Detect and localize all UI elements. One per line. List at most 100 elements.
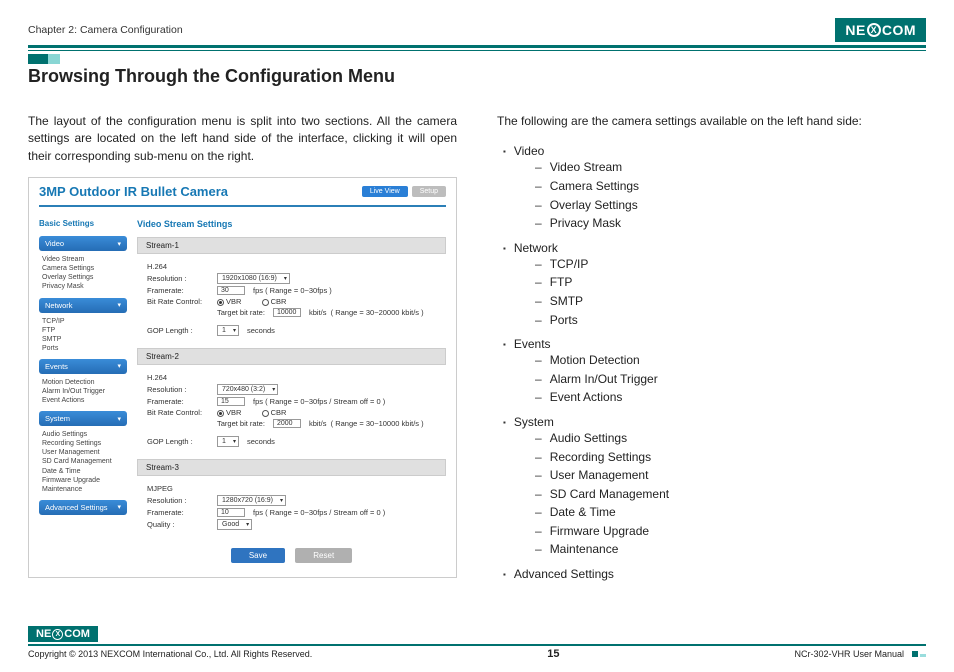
gop-select[interactable]: 1 — [217, 325, 239, 336]
list-item: SMTP — [535, 292, 926, 311]
resolution-label: Resolution : — [147, 385, 209, 394]
codec-label: H.264 — [147, 262, 167, 271]
sidebar-item[interactable]: Date & Time — [42, 467, 127, 476]
sidebar-item[interactable]: Alarm In/Out Trigger — [42, 387, 127, 396]
live-view-button[interactable]: Live View — [362, 186, 408, 197]
list-item: User Management — [535, 466, 926, 485]
resolution-select[interactable]: 1280x720 (16:9) — [217, 495, 286, 506]
gop-label: GOP Length : — [147, 326, 209, 335]
sidebar-section[interactable]: Advanced Settings — [39, 500, 127, 515]
bitrate-control-label: Bit Rate Control: — [147, 297, 209, 306]
codec-label: H.264 — [147, 373, 167, 382]
sidebar-title: Basic Settings — [39, 215, 127, 232]
resolution-label: Resolution : — [147, 496, 209, 505]
target-bitrate-input[interactable]: 10000 — [273, 308, 301, 317]
sidebar-item[interactable]: Privacy Mask — [42, 282, 127, 291]
vbr-radio[interactable] — [217, 299, 224, 306]
sidebar-section[interactable]: Events — [39, 359, 127, 374]
list-item: Alarm In/Out Trigger — [535, 370, 926, 389]
sidebar-item[interactable]: SD Card Management — [42, 457, 127, 466]
intro-text-right: The following are the camera settings av… — [497, 113, 926, 130]
setup-button[interactable]: Setup — [412, 186, 446, 197]
stream-header: Stream-1 — [137, 237, 446, 254]
intro-text-left: The layout of the configuration menu is … — [28, 113, 457, 165]
vbr-radio[interactable] — [217, 410, 224, 417]
panel-title: Video Stream Settings — [137, 215, 446, 233]
list-item: Maintenance — [535, 540, 926, 559]
sidebar-item[interactable]: Overlay Settings — [42, 273, 127, 282]
sidebar-section[interactable]: Network — [39, 298, 127, 313]
sidebar-item[interactable]: Audio Settings — [42, 430, 127, 439]
footer-logo: NEXCOM — [28, 626, 98, 642]
gop-label: GOP Length : — [147, 437, 209, 446]
save-button[interactable]: Save — [231, 548, 285, 563]
bitrate-control-label: Bit Rate Control: — [147, 408, 209, 417]
sidebar-item[interactable]: Video Stream — [42, 255, 127, 264]
list-item: Overlay Settings — [535, 196, 926, 215]
list-category: Network — [503, 241, 926, 255]
sidebar-item[interactable]: Maintenance — [42, 485, 127, 494]
list-item: Firmware Upgrade — [535, 522, 926, 541]
framerate-input[interactable]: 10 — [217, 508, 245, 517]
page-title: Browsing Through the Configuration Menu — [28, 66, 926, 87]
camera-title: 3MP Outdoor IR Bullet Camera — [39, 184, 228, 199]
copyright-text: Copyright © 2013 NEXCOM International Co… — [28, 649, 312, 659]
sidebar-item[interactable]: Event Actions — [42, 396, 127, 405]
sidebar-item[interactable]: FTP — [42, 326, 127, 335]
sidebar-section[interactable]: System — [39, 411, 127, 426]
resolution-select[interactable]: 720x480 (3:2) — [217, 384, 278, 395]
manual-name: NCr-302-VHR User Manual — [794, 649, 904, 659]
framerate-input[interactable]: 30 — [217, 286, 245, 295]
list-item: SD Card Management — [535, 485, 926, 504]
logo-x-icon: X — [867, 23, 881, 37]
framerate-label: Framerate: — [147, 286, 209, 295]
config-screenshot: 3MP Outdoor IR Bullet Camera Live View S… — [28, 177, 457, 578]
list-item: Camera Settings — [535, 177, 926, 196]
list-item: Recording Settings — [535, 448, 926, 467]
list-item: Event Actions — [535, 388, 926, 407]
page-tab-decoration — [28, 54, 62, 66]
framerate-label: Framerate: — [147, 397, 209, 406]
list-category: Video — [503, 144, 926, 158]
list-category: Advanced Settings — [503, 567, 926, 581]
sidebar-item[interactable]: TCP/IP — [42, 317, 127, 326]
settings-list: VideoVideo StreamCamera SettingsOverlay … — [503, 144, 926, 581]
codec-label: MJPEG — [147, 484, 173, 493]
resolution-select[interactable]: 1920x1080 (16:9) — [217, 273, 290, 284]
gop-select[interactable]: 1 — [217, 436, 239, 447]
logo-x-icon: X — [52, 629, 63, 640]
page-number: 15 — [312, 648, 794, 660]
list-item: Motion Detection — [535, 351, 926, 370]
list-item: FTP — [535, 273, 926, 292]
sidebar-item[interactable]: Recording Settings — [42, 439, 127, 448]
sidebar-item[interactable]: Firmware Upgrade — [42, 476, 127, 485]
list-item: Video Stream — [535, 158, 926, 177]
chapter-label: Chapter 2: Camera Configuration — [28, 24, 183, 36]
stream-header: Stream-2 — [137, 348, 446, 365]
reset-button[interactable]: Reset — [295, 548, 352, 563]
sidebar-item[interactable]: Camera Settings — [42, 264, 127, 273]
sidebar-item[interactable]: User Management — [42, 448, 127, 457]
resolution-label: Resolution : — [147, 274, 209, 283]
list-item: Audio Settings — [535, 429, 926, 448]
list-category: Events — [503, 337, 926, 351]
list-item: TCP/IP — [535, 255, 926, 274]
list-category: System — [503, 415, 926, 429]
sidebar-item[interactable]: Ports — [42, 344, 127, 353]
framerate-input[interactable]: 15 — [217, 397, 245, 406]
cbr-radio[interactable] — [262, 410, 269, 417]
sidebar-item[interactable]: Motion Detection — [42, 378, 127, 387]
quality-label: Quality : — [147, 520, 209, 529]
list-item: Ports — [535, 311, 926, 330]
brand-logo: NEXCOM — [835, 18, 926, 42]
cbr-radio[interactable] — [262, 299, 269, 306]
framerate-label: Framerate: — [147, 508, 209, 517]
quality-select[interactable]: Good — [217, 519, 252, 530]
footer-decoration — [912, 651, 926, 657]
list-item: Privacy Mask — [535, 214, 926, 233]
settings-sidebar: Basic Settings Video Video StreamCamera S… — [39, 215, 127, 567]
sidebar-item[interactable]: SMTP — [42, 335, 127, 344]
sidebar-section[interactable]: Video — [39, 236, 127, 251]
target-bitrate-input[interactable]: 2000 — [273, 419, 301, 428]
list-item: Date & Time — [535, 503, 926, 522]
